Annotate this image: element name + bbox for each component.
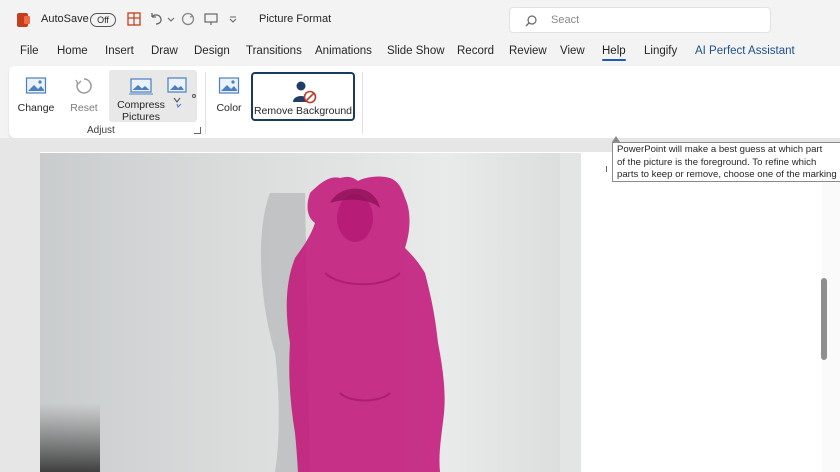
side-panel <box>633 152 840 472</box>
tab-transitions[interactable]: Transitions <box>246 45 302 57</box>
remove-background-button[interactable]: Remove Background <box>251 72 355 121</box>
compress-label-1: Compress <box>117 99 165 111</box>
present-from-start-icon[interactable] <box>203 11 219 27</box>
change-picture-format-button[interactable] <box>165 76 191 112</box>
compress-pictures-icon <box>129 78 153 95</box>
title-bar: AutoSave Off Picture Format Seact <box>0 0 840 40</box>
ribbon-tabs: File Home Insert Draw Design Transitions… <box>0 43 840 63</box>
ribbon-panel: Change Reset Compress Pictures Adjust Co… <box>9 66 840 138</box>
tab-design[interactable]: Design <box>194 45 230 57</box>
tooltip-line-2: of the picture is the foreground. To ref… <box>617 156 817 168</box>
customize-qat-icon[interactable] <box>228 11 238 27</box>
tab-insert[interactable]: Insert <box>105 45 134 57</box>
compress-pictures-button[interactable]: Compress Pictures <box>115 76 167 123</box>
search-box[interactable]: Seact <box>509 7 771 33</box>
adjust-group-label: Adjust <box>87 125 115 136</box>
tab-file[interactable]: File <box>20 45 39 57</box>
group-separator <box>205 72 206 134</box>
scrollbar-thumb[interactable] <box>821 278 827 360</box>
change-picture-button[interactable]: Change <box>17 76 55 114</box>
remove-background-label: Remove Background <box>253 105 353 117</box>
powerpoint-app-icon <box>17 13 30 27</box>
tab-draw[interactable]: Draw <box>151 45 178 57</box>
ruler-marker <box>606 166 607 172</box>
reset-label: Reset <box>70 102 98 114</box>
adjust-dialog-launcher-icon[interactable] <box>194 127 201 134</box>
autosave-toggle[interactable]: Off <box>90 13 116 27</box>
color-button[interactable]: Color <box>213 76 245 114</box>
search-icon <box>524 14 538 28</box>
change-label: Change <box>17 102 55 114</box>
undo-dropdown-icon[interactable] <box>166 11 176 27</box>
tab-home[interactable]: Home <box>57 45 88 57</box>
color-picture-icon <box>218 77 240 94</box>
tab-help[interactable]: Help <box>602 45 626 61</box>
picture-swap-icon <box>167 77 187 109</box>
tooltip-line-1: PowerPoint will make a best guess at whi… <box>617 144 823 155</box>
remove-background-tooltip: PowerPoint will make a best guess at whi… <box>612 142 840 182</box>
tooltip-line-3: parts to keep or remove, choose one of t… <box>617 169 837 180</box>
tab-record[interactable]: Record <box>457 45 494 57</box>
search-placeholder: Seact <box>551 14 580 26</box>
tab-animations[interactable]: Animations <box>315 45 372 57</box>
picture-with-background-removal <box>40 153 581 472</box>
picture-icon <box>25 77 47 94</box>
tab-slide-show[interactable]: Slide Show <box>387 45 445 57</box>
selected-picture[interactable] <box>40 153 581 472</box>
color-label: Color <box>216 102 242 114</box>
autosave-label: AutoSave <box>41 13 89 25</box>
group-separator-2 <box>362 72 363 134</box>
tab-view[interactable]: View <box>560 45 585 57</box>
compress-label-2: Pictures <box>122 111 160 123</box>
reset-icon <box>75 78 92 94</box>
remove-background-icon <box>293 81 317 104</box>
presenter-icon[interactable] <box>126 11 142 27</box>
undo-icon[interactable] <box>148 11 164 27</box>
reset-picture-button[interactable]: Reset <box>67 76 101 114</box>
redo-icon[interactable] <box>180 11 196 27</box>
tab-ai-perfect-assistant[interactable]: AI Perfect Assistant <box>695 45 795 57</box>
tab-review[interactable]: Review <box>509 45 547 57</box>
document-title: Picture Format <box>259 13 332 25</box>
tab-lingify[interactable]: Lingify <box>644 45 677 57</box>
more-options-dot[interactable] <box>192 94 196 98</box>
